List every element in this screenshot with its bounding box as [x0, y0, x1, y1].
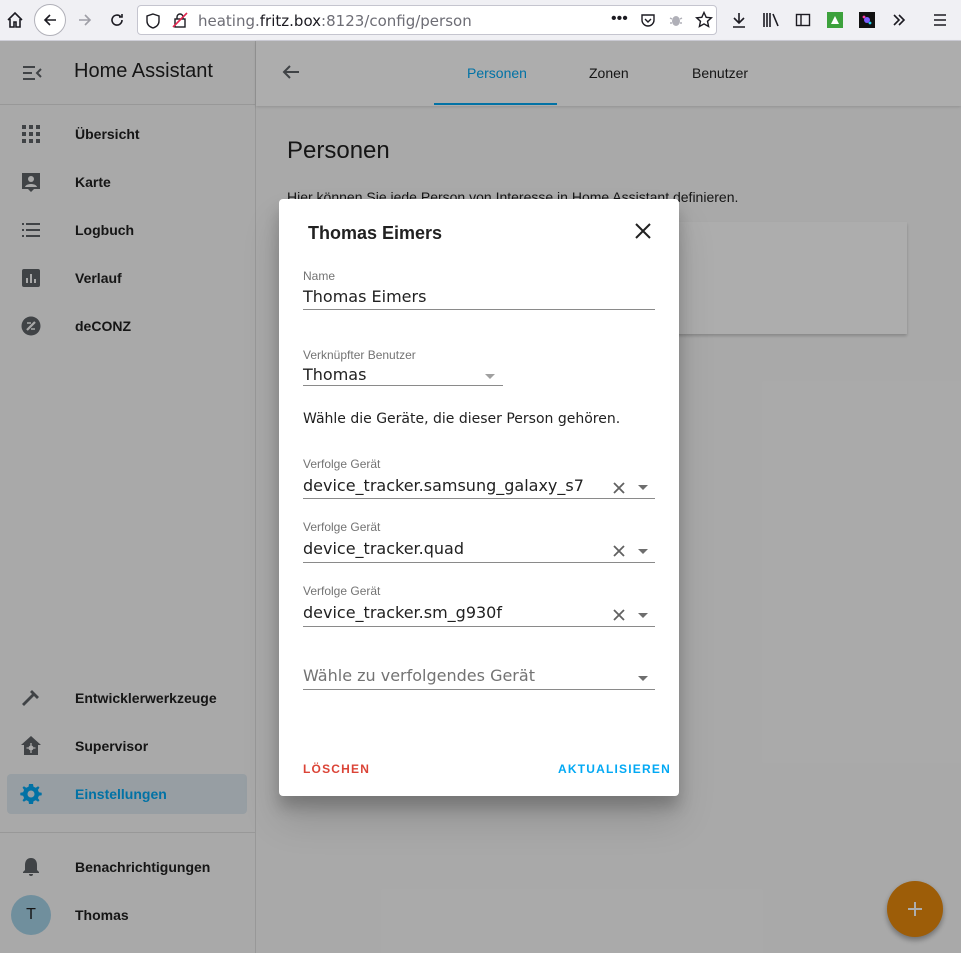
name-label: Name — [303, 269, 336, 283]
extension-green-icon[interactable] — [823, 8, 847, 32]
field-underline — [303, 385, 503, 386]
arrow-left-icon — [43, 14, 56, 26]
tracker-label: Verfolge Gerät — [303, 584, 381, 598]
linked-user-select[interactable]: Verknüpfter Benutzer Thomas — [303, 348, 503, 388]
back-button[interactable] — [34, 4, 66, 36]
name-value[interactable]: Thomas Eimers — [303, 287, 426, 306]
dialog-title: Thomas Eimers — [308, 223, 443, 243]
forward-button[interactable] — [73, 8, 97, 32]
field-underline — [303, 626, 655, 627]
overflow-chevrons-icon[interactable] — [887, 8, 911, 32]
library-icon[interactable] — [759, 8, 783, 32]
field-underline — [303, 562, 655, 563]
address-bar[interactable]: heating.fritz.box:8123/config/person ••• — [137, 5, 717, 35]
tracker-value[interactable]: device_tracker.samsung_galaxy_s7 — [303, 476, 584, 495]
tracker-label: Verfolge Gerät — [303, 457, 381, 471]
chevron-down-icon[interactable] — [638, 613, 648, 618]
field-underline — [303, 498, 655, 499]
tracker-field-2[interactable]: Verfolge Gerät device_tracker.quad — [303, 520, 655, 563]
tracker-label: Verfolge Gerät — [303, 520, 381, 534]
chevron-down-icon[interactable] — [638, 676, 648, 681]
chevron-down-icon[interactable] — [638, 549, 648, 554]
more-icon[interactable]: ••• — [611, 10, 628, 28]
insecure-lock-icon[interactable] — [172, 12, 188, 28]
pocket-icon[interactable] — [640, 12, 656, 28]
home-icon[interactable] — [3, 8, 27, 32]
star-icon[interactable] — [695, 11, 713, 29]
field-underline — [303, 689, 655, 690]
download-icon[interactable] — [727, 8, 751, 32]
name-field[interactable]: Name Thomas Eimers — [303, 269, 655, 311]
tracker-value[interactable]: device_tracker.sm_g930f — [303, 603, 502, 622]
reload-icon — [111, 14, 123, 26]
chevron-down-icon[interactable] — [638, 485, 648, 490]
delete-button[interactable]: LÖSCHEN — [303, 762, 370, 776]
update-button[interactable]: AKTUALISIEREN — [558, 762, 671, 776]
close-icon[interactable] — [631, 219, 655, 243]
tracker-field-1[interactable]: Verfolge Gerät device_tracker.samsung_ga… — [303, 457, 655, 499]
person-dialog: Thomas Eimers Name Thomas Eimers Verknüp… — [279, 199, 679, 796]
chevron-down-icon[interactable] — [485, 374, 495, 379]
extension-dark-icon[interactable] — [855, 8, 879, 32]
linked-user-label: Verknüpfter Benutzer — [303, 348, 416, 362]
clear-icon[interactable] — [610, 479, 628, 497]
browser-toolbar: heating.fritz.box:8123/config/person ••• — [0, 0, 961, 41]
arrow-right-icon — [79, 14, 92, 26]
tracker-value[interactable]: device_tracker.quad — [303, 539, 464, 558]
url-text: heating.fritz.box:8123/config/person — [198, 12, 472, 30]
add-tracker-select[interactable]: Wähle zu verfolgendes Gerät — [303, 664, 655, 692]
reload-button[interactable] — [105, 8, 129, 32]
clear-icon[interactable] — [610, 606, 628, 624]
hamburger-menu-icon[interactable] — [928, 8, 952, 32]
shield-icon[interactable] — [146, 13, 160, 29]
tracker-field-3[interactable]: Verfolge Gerät device_tracker.sm_g930f — [303, 584, 655, 627]
field-underline — [303, 309, 655, 310]
linked-user-value[interactable]: Thomas — [303, 365, 366, 384]
sidebar-toggle-icon[interactable] — [791, 8, 815, 32]
devices-help-text: Wähle die Geräte, die dieser Person gehö… — [303, 411, 621, 427]
clear-icon[interactable] — [610, 542, 628, 560]
bug-icon[interactable] — [668, 12, 684, 28]
add-tracker-placeholder[interactable]: Wähle zu verfolgendes Gerät — [303, 666, 535, 685]
